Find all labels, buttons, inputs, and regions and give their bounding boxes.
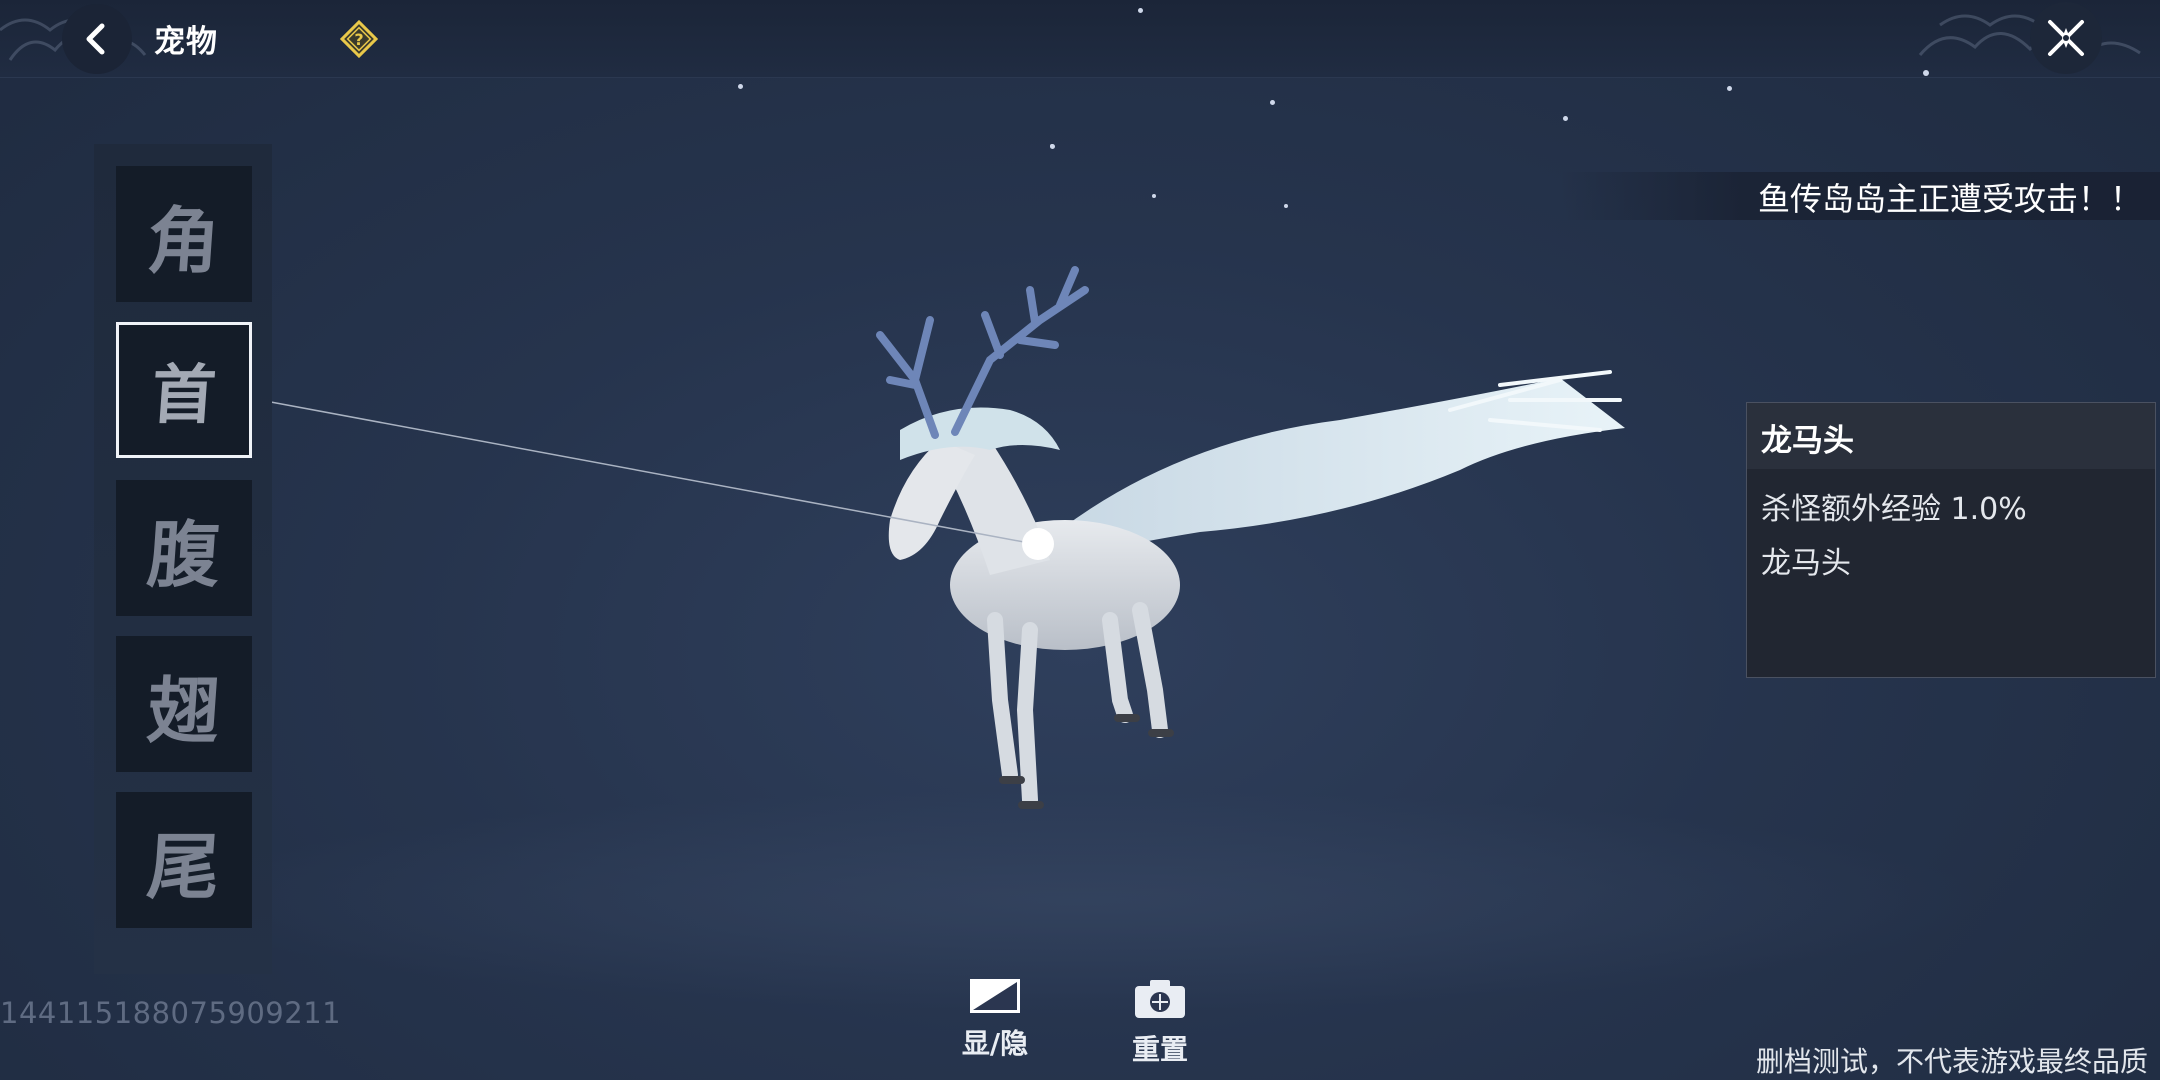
part-info-line: 杀怪额外经验 1.0%: [1761, 492, 2027, 527]
floor-glow: [180, 790, 1980, 1010]
camera-reset-icon: [1135, 980, 1185, 1018]
reset-camera-button[interactable]: 重置: [1115, 978, 1205, 1068]
part-slot-tail[interactable]: 尾: [116, 792, 252, 928]
part-slot-belly[interactable]: 腹: [116, 480, 252, 616]
pet-id: 1441151880759092​11: [0, 996, 342, 1030]
part-selector-panel: 角 首 腹 翅 尾: [94, 144, 272, 974]
toggle-visibility-label: 显/隐: [961, 1027, 1029, 1060]
part-slot-label: 首: [148, 358, 219, 433]
toggle-visibility-icon: [970, 979, 1020, 1013]
test-disclaimer: 删档测试，不代表游戏最终品质: [1755, 1045, 2148, 1078]
part-slot-label: 翅: [144, 667, 223, 753]
part-slot-label: 腹: [144, 511, 223, 597]
part-slot-head[interactable]: 首: [116, 322, 252, 458]
part-info-line: 龙马头: [1761, 546, 1851, 581]
part-info-body: 杀怪额外经验 1.0% 龙马头: [1747, 469, 2155, 605]
part-info-title: 龙马头: [1761, 423, 1854, 459]
selected-part-marker[interactable]: [1022, 528, 1054, 560]
part-slot-label: 角: [144, 197, 223, 283]
part-slot-horn[interactable]: 角: [116, 166, 252, 302]
part-info-panel: 龙马头 杀怪额外经验 1.0% 龙马头: [1746, 402, 2156, 678]
toggle-visibility-button[interactable]: 显/隐: [950, 978, 1040, 1068]
pet-wing: [1060, 378, 1625, 560]
part-info-header: 龙马头: [1747, 403, 2155, 469]
part-slot-label: 尾: [144, 823, 223, 909]
reset-camera-label: 重置: [1131, 1033, 1188, 1066]
part-slot-wing[interactable]: 翅: [116, 636, 252, 772]
